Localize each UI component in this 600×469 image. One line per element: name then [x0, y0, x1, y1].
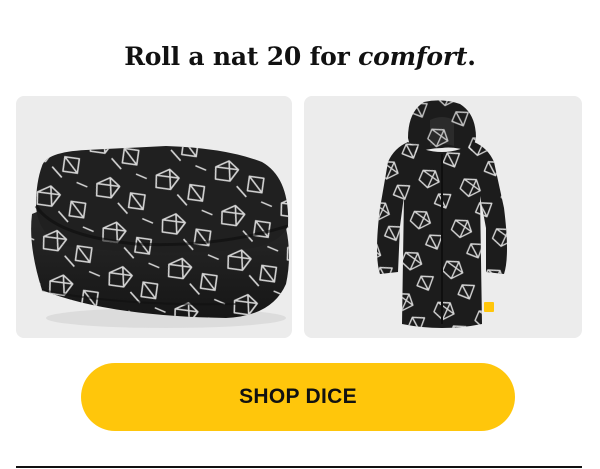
product-card-blanket[interactable] [16, 96, 292, 338]
headline-period: . [467, 42, 476, 71]
headline-emphasis: comfort [358, 42, 468, 71]
bottom-divider [16, 466, 582, 468]
robe-tag-icon [484, 302, 494, 312]
product-card-robe[interactable] [304, 96, 582, 338]
hooded-robe-image [377, 100, 507, 328]
headline-text: Roll a nat 20 for [124, 42, 359, 71]
folded-blanket-image [31, 146, 289, 328]
headline: Roll a nat 20 for comfort. [0, 42, 600, 71]
shop-dice-button[interactable]: SHOP DICE [81, 363, 515, 431]
